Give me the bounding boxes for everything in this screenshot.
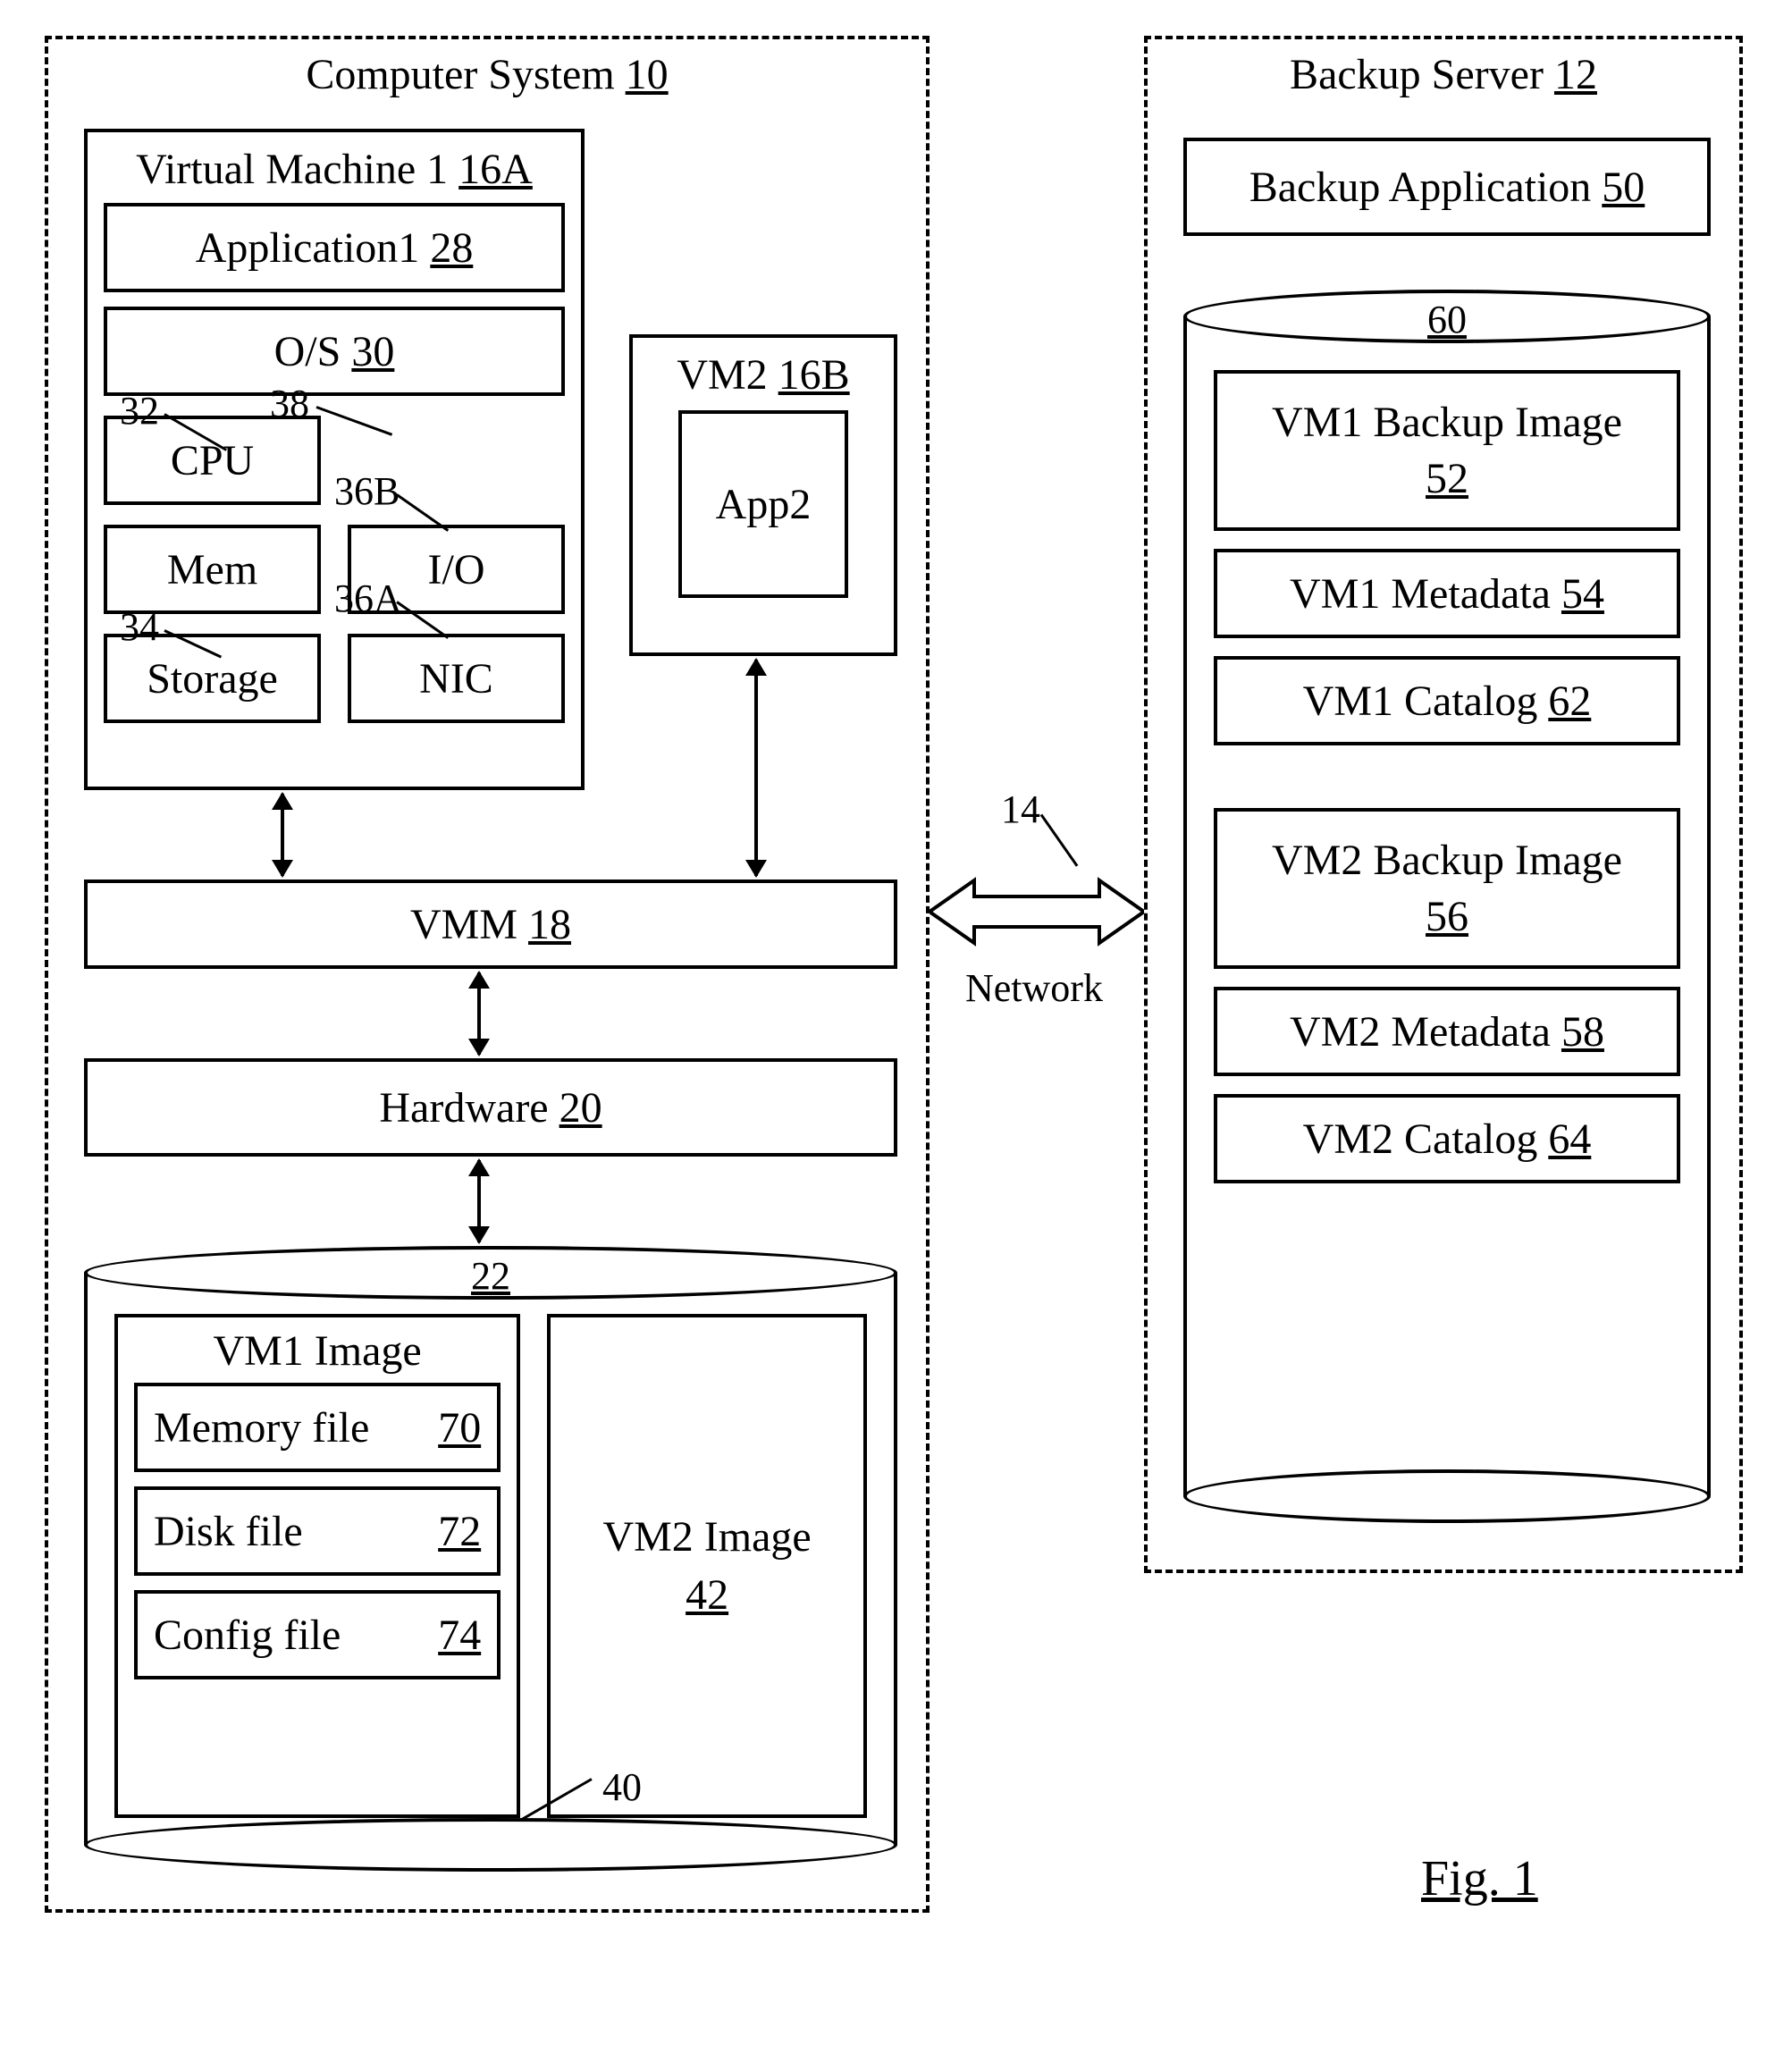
computer-system-box: Computer System 10 Virtual Machine 1 16A… xyxy=(45,36,930,1913)
lead-40-label: 40 xyxy=(602,1764,642,1810)
vmm-box: VMM 18 xyxy=(84,880,897,969)
hardware-box: Hardware 20 xyxy=(84,1058,897,1157)
lead-14 xyxy=(1040,814,1079,867)
backup-cylinder: 60 VM1 Backup Image 52 VM1 Metadata 54 V… xyxy=(1183,316,1711,1496)
vm2-image-box: VM2 Image 42 xyxy=(547,1314,867,1818)
arrow-vmm-hw xyxy=(477,972,481,1055)
vm1-backup-image-box: VM1 Backup Image 52 xyxy=(1214,370,1680,531)
vm1-nic-box: NIC xyxy=(348,634,565,723)
vm1-mem-box: Mem xyxy=(104,525,321,614)
lead-36a-label: 36A xyxy=(334,576,402,621)
vm1-catalog-box: VM1 Catalog 62 xyxy=(1214,656,1680,745)
vm1-title: Virtual Machine 1 16A xyxy=(104,145,565,194)
vm1-os-box: O/S 30 xyxy=(104,307,565,396)
vm1-image-title: VM1 Image xyxy=(134,1326,501,1376)
lead-34-label: 34 xyxy=(120,604,159,650)
vm2-title: VM2 16B xyxy=(649,350,878,400)
figure-label: Fig. 1 xyxy=(1421,1850,1538,1907)
vm2-metadata-box: VM2 Metadata 58 xyxy=(1214,987,1680,1076)
diagram-root: Computer System 10 Virtual Machine 1 16A… xyxy=(27,27,1765,2035)
storage-cylinder: 22 VM1 Image Memory file 70 Disk file 72… xyxy=(84,1273,897,1845)
network-arrow xyxy=(930,871,1144,952)
backup-server-title: Backup Server 12 xyxy=(1148,50,1739,99)
vm1-application-box: Application1 28 xyxy=(104,203,565,292)
lead-14-label: 14 xyxy=(1001,787,1040,832)
lead-32-label: 32 xyxy=(120,388,159,433)
backup-application-box: Backup Application 50 xyxy=(1183,138,1711,236)
backup-server-box: Backup Server 12 Backup Application 50 6… xyxy=(1144,36,1743,1573)
lead-36b-label: 36B xyxy=(334,468,400,514)
vm1-image-box: VM1 Image Memory file 70 Disk file 72 Co… xyxy=(114,1314,520,1818)
vm2-app-box: App2 xyxy=(678,410,848,598)
computer-system-title: Computer System 10 xyxy=(48,50,926,99)
arrow-vm1-vmm xyxy=(281,794,284,876)
network-label: Network xyxy=(965,965,1103,1011)
memory-file-box: Memory file 70 xyxy=(134,1383,501,1472)
vm1-box: Virtual Machine 1 16A Application1 28 O/… xyxy=(84,129,585,790)
vm2-backup-image-box: VM2 Backup Image 56 xyxy=(1214,808,1680,969)
vm2-catalog-box: VM2 Catalog 64 xyxy=(1214,1094,1680,1183)
arrow-vm2-vmm xyxy=(754,660,758,876)
disk-file-box: Disk file 72 xyxy=(134,1486,501,1576)
arrow-hw-storage xyxy=(477,1160,481,1242)
lead-38-label: 38 xyxy=(270,381,309,426)
vm2-box: VM2 16B App2 xyxy=(629,334,897,656)
vm1-metadata-box: VM1 Metadata 54 xyxy=(1214,549,1680,638)
config-file-box: Config file 74 xyxy=(134,1590,501,1679)
